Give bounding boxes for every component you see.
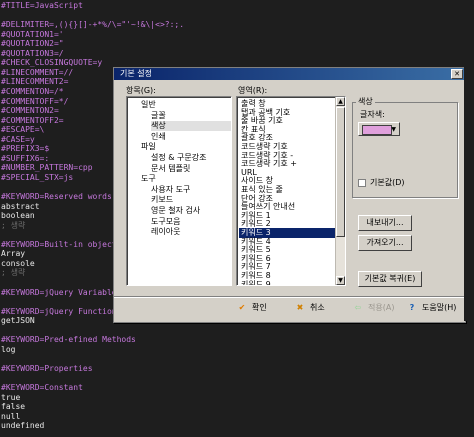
apply-button[interactable]: ⇦ 적용(A) <box>352 302 395 314</box>
code-line: undefined <box>1 421 45 431</box>
code-line: #QUOTATION1=' <box>1 29 64 39</box>
default-checkbox[interactable] <box>358 179 366 187</box>
code-line: #CASE=y <box>1 134 35 144</box>
dialog-title: 기본 설정 <box>120 69 152 78</box>
code-line: #KEYWORD=Properties <box>1 363 93 373</box>
tree-item[interactable]: 설정 & 구문강조 <box>151 153 206 163</box>
ok-button[interactable]: ✔ 확인 <box>236 302 267 314</box>
area-list-item[interactable]: 키워드 9 <box>239 280 335 285</box>
code-line: #LINECOMMENT=// <box>1 67 74 77</box>
tree-item[interactable]: 사용자 도구 <box>151 185 190 195</box>
items-label: 항목(G): <box>126 86 156 95</box>
dialog-divider <box>114 296 465 298</box>
tree-item[interactable]: 인쇄 <box>151 132 166 142</box>
code-line: ; 생략 <box>1 268 26 278</box>
default-checkbox-label: 기본값(D) <box>370 178 405 187</box>
export-button[interactable]: 내보내기... <box>358 215 412 231</box>
tree-item[interactable]: 문서 템플릿 <box>151 164 190 174</box>
code-line: #COMMENTOFF=*/ <box>1 96 69 106</box>
tree-item[interactable]: 도구 <box>141 174 156 184</box>
code-line: false <box>1 402 26 412</box>
code-line: #LINECOMMENT2= <box>1 77 69 87</box>
code-line: #KEYWORD=Built-in objects <box>1 239 122 249</box>
scroll-up-icon[interactable]: ▲ <box>336 97 345 106</box>
area-label: 영역(R): <box>238 86 268 95</box>
check-icon: ✔ <box>238 303 246 312</box>
text-color-label: 글자색: <box>360 110 385 119</box>
apply-arrow-icon: ⇦ <box>354 303 362 312</box>
code-line: #QUOTATION3=/ <box>1 48 64 58</box>
code-line: #SUFFIX6=: <box>1 153 50 163</box>
code-line: #ESCAPE=\ <box>1 125 45 135</box>
tree-item[interactable]: 색상 <box>151 121 231 132</box>
color-group-label: 색상 <box>356 97 375 107</box>
code-line: boolean <box>1 211 35 221</box>
tree-item[interactable]: 글꼴 <box>151 111 166 121</box>
code-line: #COMMENTON2= <box>1 106 59 116</box>
code-line: #COMMENTOFF2= <box>1 115 64 125</box>
code-line: #NUMBER_PATTERN=cpp <box>1 163 93 173</box>
tree-item[interactable]: 파일 <box>141 142 156 152</box>
area-list[interactable]: 출력 창 탭과 공백 기호 줄 바꿈 기호 칸 표식 괄호 강조 코드생략 기호 코드생략 … <box>236 96 346 286</box>
code-line: log <box>1 344 16 354</box>
code-line: #COMMENTON=/* <box>1 86 64 96</box>
code-line: #DELIMITER=,(){}[]-+*%/\="'~!&\|<>?:;. <box>1 20 185 30</box>
close-icon: ✕ <box>454 70 460 78</box>
code-line: #QUOTATION2=" <box>1 39 64 49</box>
dialog-titlebar[interactable]: 기본 설정 ✕ <box>114 68 465 80</box>
tree-item[interactable]: 도구모음 <box>151 217 180 227</box>
code-line: #CHECK_CLOSINGQUOTE=y <box>1 58 103 68</box>
help-button[interactable]: ? 도움말(H) <box>406 302 457 314</box>
code-line: #PREFIX3=$ <box>1 144 50 154</box>
tree-item[interactable]: 일반 <box>141 100 156 110</box>
scroll-thumb[interactable] <box>336 107 345 237</box>
code-line: ; 생략 <box>1 220 26 230</box>
preferences-dialog: 기본 설정 ✕ 항목(G): 일반 글꼴 색상 인쇄 파일 설정 & 구문강조 문서 템플릿… <box>113 67 466 323</box>
help-icon: ? <box>409 303 415 312</box>
code-line: #SPECIAL_STX=js <box>1 172 74 182</box>
tree-item[interactable]: 키보드 <box>151 195 173 205</box>
code-line: #KEYWORD=Constant <box>1 383 83 392</box>
code-line: true <box>1 392 21 402</box>
cancel-button[interactable]: ✖ 취소 <box>294 302 325 314</box>
tree-item[interactable]: 레이아웃 <box>151 227 180 237</box>
dropdown-arrow-icon: ▼ <box>391 126 396 133</box>
reset-defaults-button[interactable]: 기본값 복귀(E) <box>358 271 422 287</box>
code-line: null <box>1 411 21 421</box>
code-line: abstract <box>1 201 40 211</box>
close-button[interactable]: ✕ <box>451 69 463 79</box>
color-swatch <box>362 125 392 135</box>
cancel-x-icon: ✖ <box>296 303 304 312</box>
code-line: getJSON <box>1 316 35 326</box>
import-button[interactable]: 가져오기... <box>358 235 412 251</box>
scroll-down-icon[interactable]: ▼ <box>336 276 345 285</box>
code-line: #TITLE=JavaScript <box>1 1 83 10</box>
code-line: Array <box>1 249 26 259</box>
code-line: #KEYWORD=Pred-efined Methods <box>1 335 136 345</box>
code-line: #KEYWORD=jQuery Variables <box>1 287 122 297</box>
category-tree[interactable]: 일반 글꼴 색상 인쇄 파일 설정 & 구문강조 문서 템플릿 도구 사용자 도구 키보드 영문 철… <box>126 96 232 286</box>
editor-right-edge <box>464 67 474 321</box>
tree-item[interactable]: 영문 철자 검사 <box>151 206 200 216</box>
text-color-picker[interactable]: ▼ <box>358 122 400 136</box>
code-line: #KEYWORD=Reserved words <box>1 192 112 201</box>
list-scrollbar[interactable]: ▲ ▼ <box>335 97 345 285</box>
code-line: #KEYWORD=jQuery Functions <box>1 306 122 316</box>
